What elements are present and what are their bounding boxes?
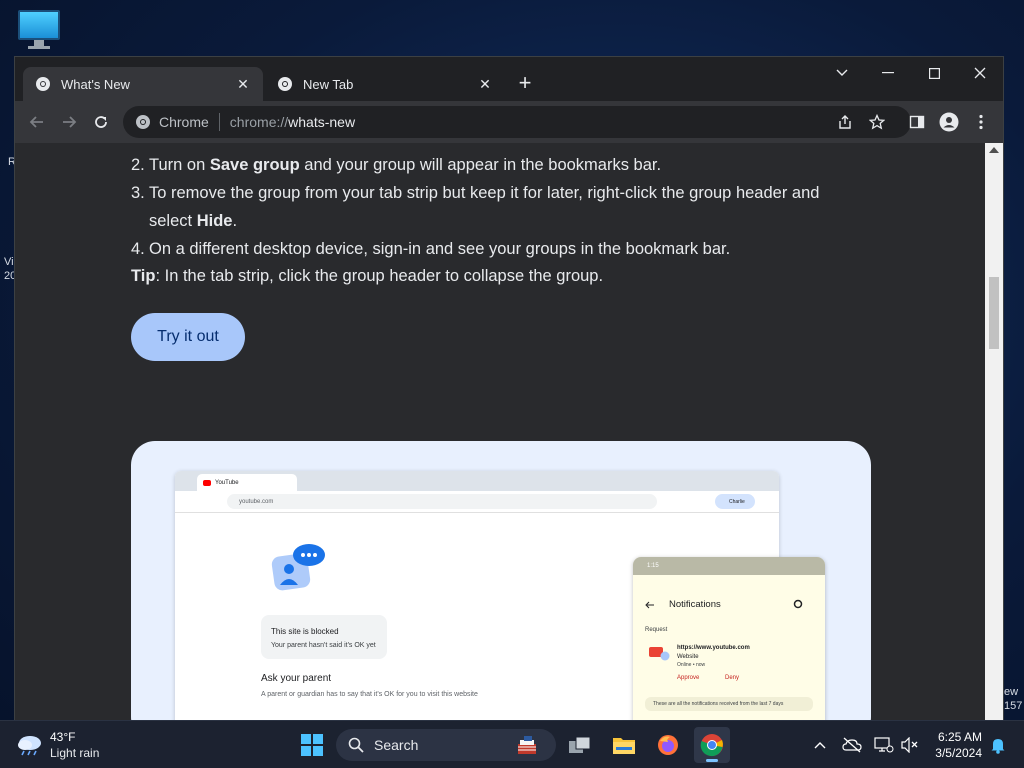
close-tab-icon[interactable]: ✕ [235, 76, 251, 92]
task-view-icon [569, 736, 591, 753]
forward-arrow-icon[interactable] [57, 110, 81, 134]
list-item: 4. On a different desktop device, sign-in… [131, 240, 731, 258]
desktop-icon-label-fragment: ew [1004, 686, 1019, 698]
list-item: 2. Turn on Save group and your group will… [131, 156, 662, 174]
illustration-phone: 1:15 Notifications Request https://www.y… [633, 557, 825, 721]
tab-search-chevron-down-icon[interactable] [819, 57, 865, 89]
notification-bell-icon[interactable] [986, 733, 1010, 757]
scrollbar-thumb[interactable] [989, 277, 999, 349]
chrome-icon [36, 77, 50, 91]
rain-cloud-icon [18, 736, 41, 756]
minimize-button[interactable] [865, 57, 911, 89]
site-chip-label: Chrome [159, 114, 209, 130]
address-bar[interactable]: Chrome chrome://whats-new [123, 106, 911, 138]
new-tab-button[interactable]: + [513, 70, 537, 95]
this-pc-desktop-icon[interactable] [18, 10, 60, 50]
firefox-button[interactable] [650, 727, 686, 763]
tip-text: Tip: In the tab strip, click the group h… [131, 267, 604, 285]
back-arrow-icon[interactable] [25, 110, 49, 134]
youtube-request-icon [649, 647, 670, 661]
close-tab-icon[interactable]: ✕ [477, 76, 493, 92]
tab-strip: What's New ✕ New Tab ✕ + [15, 57, 1003, 101]
onedrive-offline-icon[interactable] [840, 733, 864, 757]
tab-title: New Tab [303, 76, 354, 92]
volume-muted-icon[interactable] [898, 733, 922, 757]
back-arrow-icon [645, 601, 654, 609]
gear-icon [793, 599, 803, 609]
share-icon[interactable] [833, 110, 857, 134]
profile-avatar-icon[interactable] [937, 110, 961, 134]
firefox-icon [658, 735, 678, 755]
toolbar: Chrome chrome://whats-new [15, 101, 1003, 143]
scroll-up-arrow-icon[interactable] [989, 147, 999, 153]
start-button[interactable] [294, 727, 330, 763]
desktop-icon-label-fragment: Vi [4, 256, 14, 268]
more-menu-icon[interactable] [969, 110, 993, 134]
side-panel-icon[interactable] [905, 110, 929, 134]
chrome-taskbar-button[interactable] [694, 727, 730, 763]
network-icon[interactable] [872, 733, 896, 757]
instructions-list: 2. Turn on Save group and your group will… [131, 151, 851, 263]
page-content: 2. Turn on Save group and your group will… [15, 143, 987, 721]
bookmark-star-icon[interactable] [865, 110, 889, 134]
close-window-button[interactable] [957, 57, 1003, 89]
taskbar: 43°F Light rain Search 6:25 AM 3/5/2024 [0, 720, 1024, 768]
search-icon [348, 737, 364, 753]
windows-logo-icon [301, 734, 323, 756]
feature-illustration: YouTube youtube.com Charlie This site is… [131, 441, 871, 721]
youtube-icon [203, 479, 211, 486]
omnibox-divider [218, 113, 220, 131]
chrome-icon [700, 734, 723, 757]
chrome-icon [136, 115, 150, 129]
tab-whats-new[interactable]: What's New ✕ [23, 67, 263, 101]
url-host: whats-new [288, 114, 356, 130]
blocked-site-card: This site is blocked Your parent hasn't … [261, 615, 387, 659]
desktop-icon-label-fragment: 157 [1004, 700, 1023, 712]
chrome-icon [278, 77, 292, 91]
weather-widget[interactable]: 43°F Light rain [16, 729, 126, 761]
maximize-button[interactable] [911, 57, 957, 89]
chrome-window: What's New ✕ New Tab ✕ + Chrome chrome:/… [14, 56, 1004, 721]
family-link-chat-icon [271, 544, 325, 591]
task-view-button[interactable] [562, 727, 598, 763]
reload-icon[interactable] [89, 110, 113, 134]
url-scheme: chrome:// [229, 114, 289, 130]
page-scrollbar[interactable] [985, 143, 1003, 721]
try-it-out-button[interactable]: Try it out [131, 313, 245, 361]
taskbar-search-box[interactable]: Search [336, 729, 556, 761]
search-highlight-icon [518, 736, 536, 754]
show-hidden-icons-chevron-up-icon[interactable] [808, 733, 832, 757]
list-item: 3. To remove the group from your tab stri… [131, 184, 820, 230]
file-explorer-button[interactable] [606, 727, 642, 763]
tab-new-tab[interactable]: New Tab ✕ [265, 67, 505, 101]
folder-icon [613, 738, 635, 754]
tab-title: What's New [61, 76, 130, 92]
system-clock[interactable]: 6:25 AM 3/5/2024 [920, 729, 982, 761]
